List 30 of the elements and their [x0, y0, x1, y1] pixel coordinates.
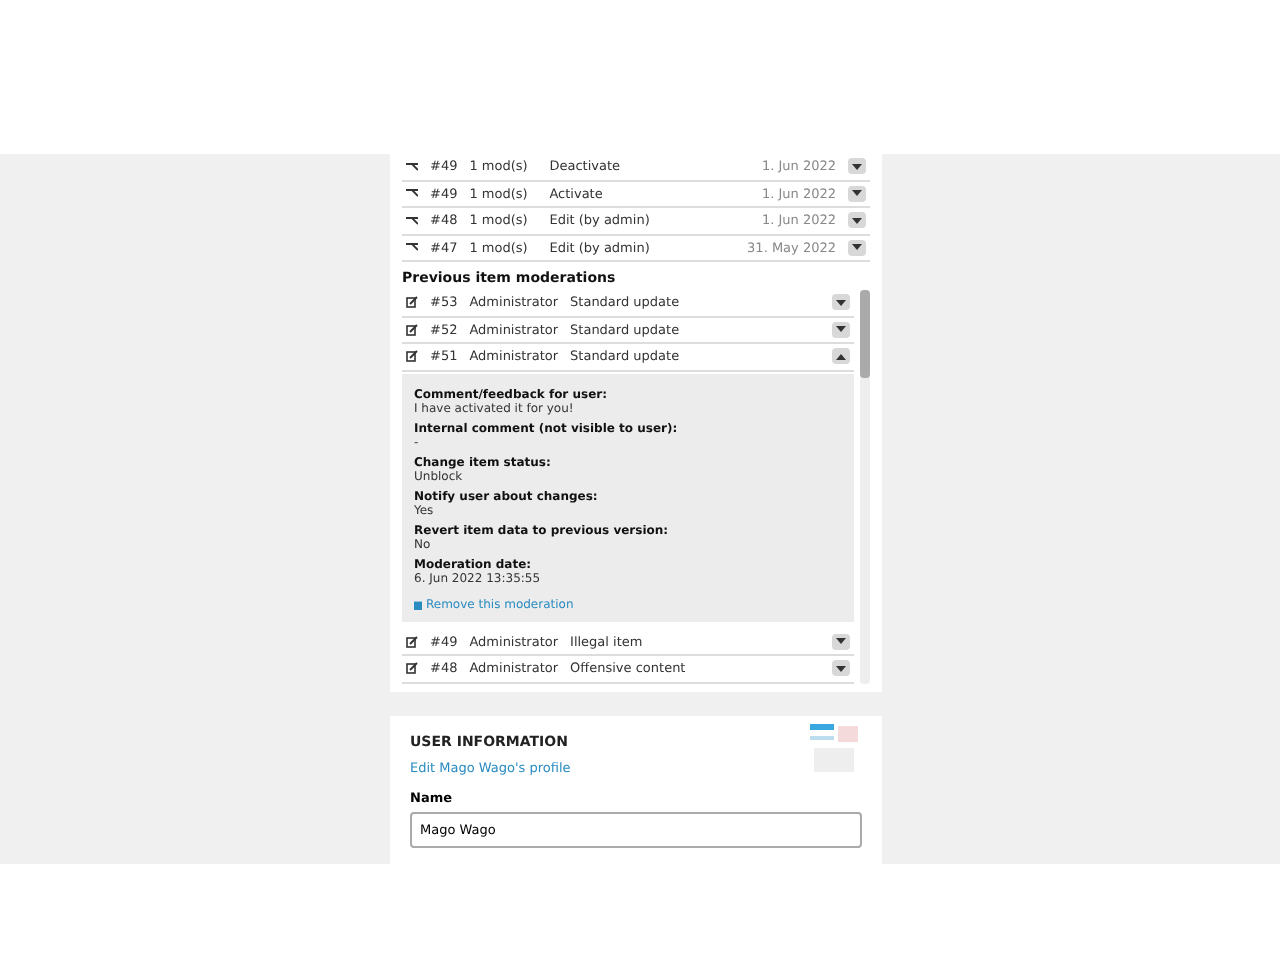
caret-icon	[836, 665, 846, 672]
caret-icon	[836, 326, 846, 333]
expand-button[interactable]	[848, 212, 866, 229]
edit-icon	[406, 323, 418, 336]
expand-button[interactable]	[848, 158, 866, 175]
caret-icon	[836, 299, 846, 306]
caret-icon	[836, 353, 846, 360]
thumbnail-drawing	[810, 723, 862, 775]
caret-icon	[852, 217, 862, 224]
edit-icon	[406, 662, 418, 675]
caret-icon	[836, 638, 846, 645]
branch-icon	[406, 188, 418, 199]
edit-icon	[406, 635, 418, 648]
scrollbar[interactable]	[860, 290, 870, 683]
branch-icon	[406, 161, 418, 172]
caret-icon	[852, 244, 862, 251]
branch-icon	[406, 242, 418, 253]
edit-icon	[406, 350, 418, 363]
edit-icon	[406, 296, 418, 309]
expand-button[interactable]	[832, 660, 850, 677]
expand-button[interactable]	[848, 239, 866, 256]
branch-icon	[406, 215, 418, 226]
expand-button[interactable]	[848, 185, 866, 202]
trash-icon	[414, 599, 422, 609]
expand-button[interactable]	[832, 348, 850, 365]
caret-icon	[852, 190, 862, 197]
expand-button[interactable]	[832, 633, 850, 650]
expand-button[interactable]	[832, 294, 850, 311]
expand-button[interactable]	[832, 321, 850, 338]
caret-icon	[852, 163, 862, 170]
